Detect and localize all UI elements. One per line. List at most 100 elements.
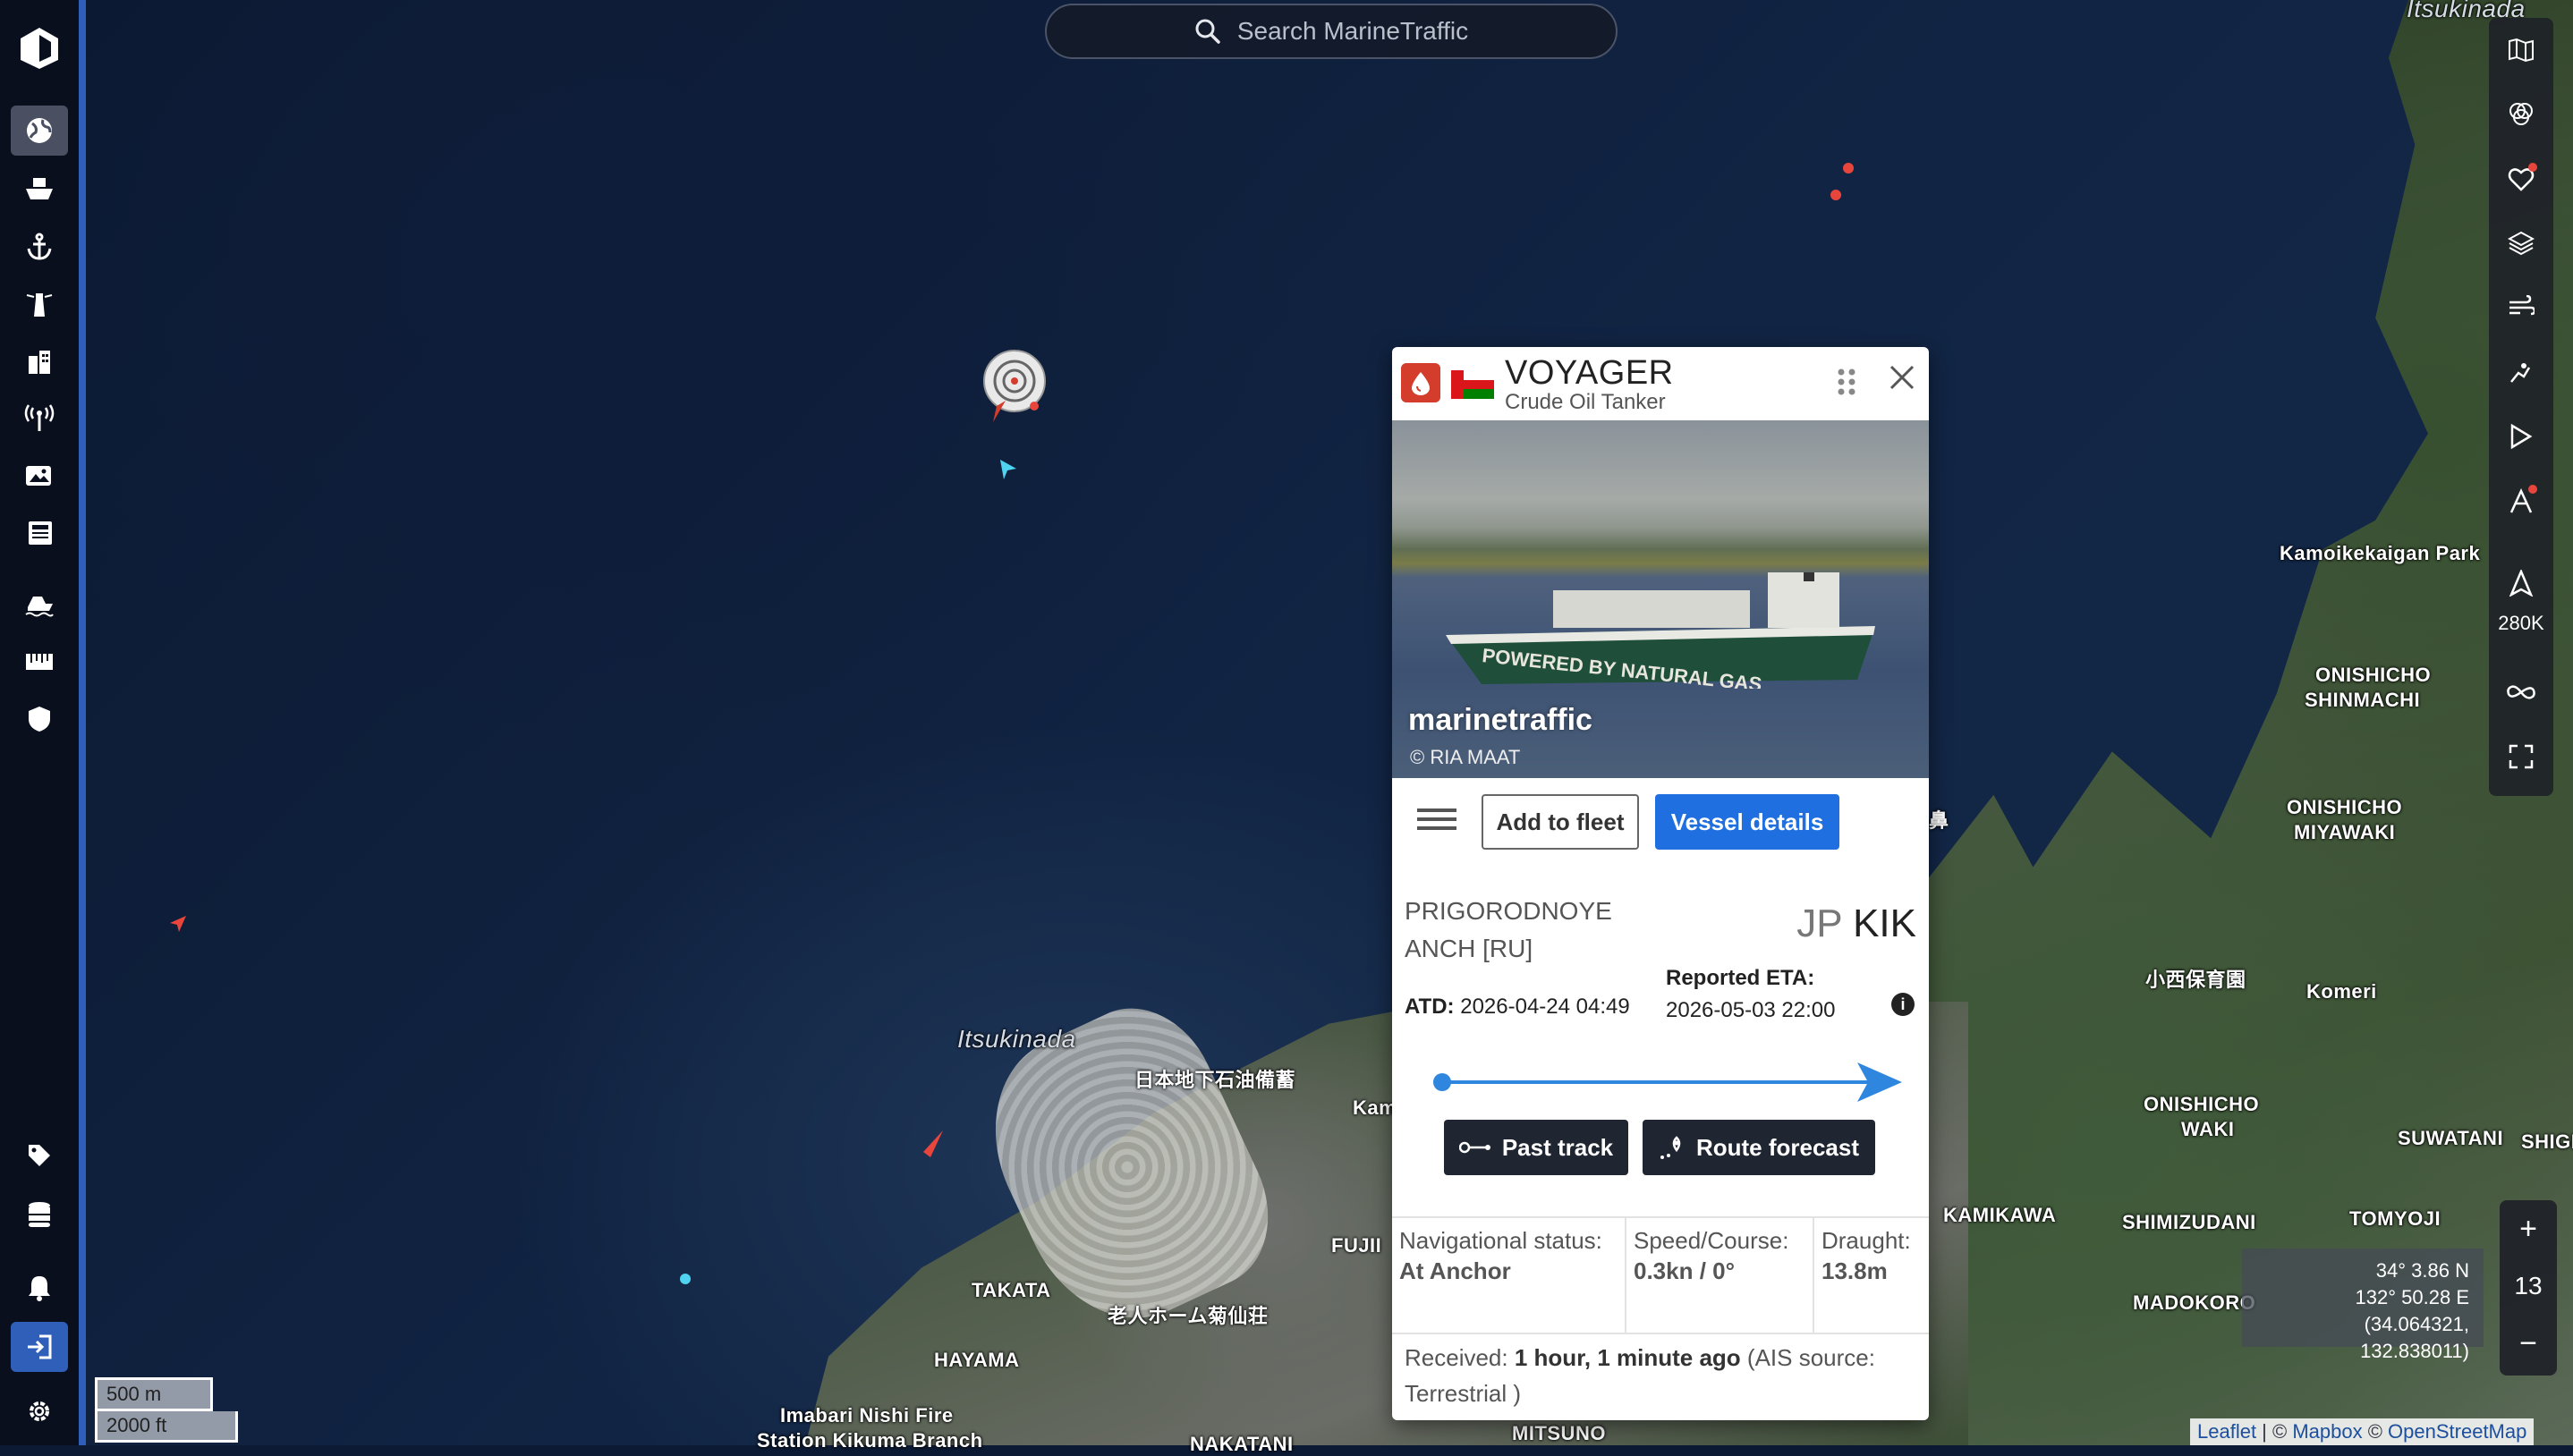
login-icon[interactable] bbox=[11, 1322, 68, 1372]
add-to-fleet-button[interactable]: Add to fleet bbox=[1482, 794, 1639, 850]
speed-course-cell: Speed/Course: 0.3kn / 0° bbox=[1626, 1218, 1814, 1333]
map-label-itsukinada: Itsukinada bbox=[957, 1025, 1076, 1053]
origin-port[interactable]: PRIGORODNOYE ANCH [RU] bbox=[1405, 893, 1673, 968]
bell-icon[interactable] bbox=[11, 1263, 68, 1313]
logo-icon[interactable] bbox=[11, 23, 68, 73]
globe-icon[interactable] bbox=[11, 106, 68, 156]
eta-label: Reported ETA: bbox=[1666, 966, 1815, 990]
scale-metric: 500 m bbox=[95, 1377, 213, 1411]
antenna-icon[interactable] bbox=[11, 394, 68, 444]
shield-icon[interactable] bbox=[11, 694, 68, 744]
search-bar[interactable]: Search MarineTraffic bbox=[1045, 4, 1618, 59]
map-label-oil-storage: 日本地下石油備蓄 bbox=[1134, 1069, 1296, 1091]
route-forecast-button[interactable]: Route forecast bbox=[1643, 1120, 1875, 1175]
ship-icon[interactable] bbox=[11, 165, 68, 215]
decimal-coords-text: (34.064321, 132.838011) bbox=[2360, 1313, 2469, 1362]
database-icon[interactable] bbox=[11, 1189, 68, 1240]
map-label-miyawaki-1: ONISHICHO bbox=[2287, 796, 2403, 818]
photo-credit: © RIA MAAT bbox=[1410, 746, 1521, 768]
vessel-stats: Navigational status: At Anchor Speed/Cou… bbox=[1392, 1216, 1929, 1334]
received-label: Received: bbox=[1405, 1344, 1508, 1371]
tag-icon[interactable] bbox=[11, 1130, 68, 1181]
capacity-label: 280K bbox=[2498, 612, 2544, 634]
nav-status-value: At Anchor bbox=[1399, 1257, 1511, 1284]
heart-icon[interactable] bbox=[2496, 154, 2546, 204]
vessel-details-button[interactable]: Vessel details bbox=[1655, 794, 1839, 850]
eta-value: 2026-05-03 22:00 bbox=[1666, 998, 1836, 1022]
map-icon[interactable] bbox=[2496, 25, 2546, 75]
vessel-arrow-icon[interactable] bbox=[997, 458, 1020, 481]
map-label-fire-1: Imabari Nishi Fire bbox=[780, 1404, 954, 1426]
marinetraffic-logo: marinetraffic bbox=[1408, 703, 1592, 737]
notification-dot bbox=[2528, 485, 2537, 494]
mapbox-link[interactable]: Mapbox bbox=[2292, 1420, 2362, 1443]
measure-icon[interactable] bbox=[2496, 347, 2546, 397]
map-label-suwatani: SUWATANI bbox=[2398, 1127, 2504, 1149]
vessel-type: Crude Oil Tanker bbox=[1505, 390, 1666, 414]
zoom-in-button[interactable]: + bbox=[2500, 1200, 2557, 1257]
lighthouse-icon[interactable] bbox=[11, 279, 68, 329]
layers-icon[interactable] bbox=[2496, 218, 2546, 268]
past-track-label: Past track bbox=[1501, 1133, 1614, 1161]
received-info: Received: 1 hour, 1 minute ago (AIS sour… bbox=[1405, 1340, 1915, 1411]
vessel-name: VOYAGER bbox=[1505, 354, 1674, 392]
osm-link[interactable]: OpenStreetMap bbox=[2388, 1420, 2526, 1443]
map-label-kam: Kam bbox=[1353, 1096, 1397, 1119]
weather-routing-icon[interactable] bbox=[2496, 476, 2546, 526]
vessel-marker[interactable] bbox=[1843, 163, 1854, 174]
play-icon[interactable] bbox=[2496, 411, 2546, 461]
coordinates-display: 34° 3.86 N 132° 50.28 E (34.064321, 132.… bbox=[2242, 1249, 2484, 1362]
map-label-shimizudani: SHIMIZUDANI bbox=[2122, 1211, 2256, 1233]
atd-label: ATD: bbox=[1405, 995, 1455, 1019]
vessel-arrow-icon[interactable] bbox=[166, 912, 190, 935]
progress-start-dot bbox=[1433, 1073, 1451, 1091]
atd-field: ATD: 2026-04-24 04:49 bbox=[1405, 995, 1630, 1020]
zoom-level: 13 bbox=[2514, 1272, 2543, 1299]
news-icon[interactable] bbox=[11, 508, 68, 558]
buildings-icon[interactable] bbox=[11, 336, 68, 386]
zoom-out-button[interactable]: − bbox=[2500, 1315, 2557, 1372]
map-label-kamikawa: KAMIKAWA bbox=[1943, 1204, 2057, 1226]
scale-imperial: 2000 ft bbox=[95, 1411, 238, 1443]
photos-icon[interactable] bbox=[11, 451, 68, 501]
selected-vessel-target-icon[interactable] bbox=[981, 349, 1049, 424]
speed-course-value: 0.3kn / 0° bbox=[1634, 1257, 1736, 1284]
map-canvas[interactable]: Itsukinada Itsukinada Kamoikekaigan Park… bbox=[0, 0, 2573, 1455]
hamburger-menu-icon[interactable] bbox=[1417, 803, 1456, 839]
ruler-icon[interactable] bbox=[11, 637, 68, 687]
route-forecast-icon bbox=[1660, 1136, 1681, 1159]
left-navigation bbox=[0, 0, 86, 1445]
atd-value: 2026-04-24 04:49 bbox=[1460, 995, 1630, 1019]
leaflet-link[interactable]: Leaflet bbox=[2197, 1420, 2256, 1443]
track-buttons: Past track Route forecast bbox=[1392, 1114, 1929, 1186]
map-label-roujin: 老人ホーム菊仙荘 bbox=[1108, 1305, 1269, 1327]
search-icon bbox=[1195, 19, 1220, 44]
vessel-popup: VOYAGER Crude Oil Tanker POWERED BY NATU… bbox=[1392, 347, 1929, 1420]
fullscreen-icon[interactable] bbox=[2496, 732, 2546, 782]
wind-icon[interactable] bbox=[2496, 283, 2546, 333]
destination-port[interactable]: JP KIK bbox=[1796, 902, 1916, 946]
zoom-control: + 13 − bbox=[2500, 1200, 2557, 1376]
close-icon[interactable] bbox=[1884, 360, 1920, 395]
anchor-icon[interactable] bbox=[11, 222, 68, 272]
draught-cell: Draught: 13.8m bbox=[1814, 1218, 1929, 1333]
map-label-kamoike: Kamoikekaigan Park bbox=[2280, 542, 2481, 564]
vessel-arrow-icon[interactable] bbox=[907, 1127, 948, 1172]
map-label-fujii: FUJII bbox=[1331, 1234, 1382, 1257]
infinity-icon[interactable] bbox=[2496, 667, 2546, 717]
vessel-photo[interactable]: POWERED BY NATURAL GAS marinetraffic © R… bbox=[1392, 420, 1929, 778]
scale-bar: 500 m 2000 ft bbox=[95, 1377, 238, 1443]
navigate-icon[interactable] bbox=[2496, 558, 2546, 608]
past-track-button[interactable]: Past track bbox=[1444, 1120, 1628, 1175]
gear-icon[interactable] bbox=[11, 1386, 68, 1436]
drag-handle-icon[interactable] bbox=[1836, 367, 1857, 397]
speed-course-label: Speed/Course: bbox=[1634, 1227, 1789, 1254]
search-input[interactable]: Search MarineTraffic bbox=[1237, 17, 1468, 46]
route-forecast-label: Route forecast bbox=[1695, 1133, 1860, 1161]
vessel-marker[interactable] bbox=[1830, 190, 1841, 200]
vessel-icon[interactable] bbox=[11, 580, 68, 630]
info-icon[interactable]: i bbox=[1891, 993, 1915, 1016]
vessel-marker[interactable] bbox=[680, 1274, 691, 1284]
longitude-text: 132° 50.28 E bbox=[2355, 1286, 2469, 1308]
filter-icon[interactable] bbox=[2496, 89, 2546, 140]
